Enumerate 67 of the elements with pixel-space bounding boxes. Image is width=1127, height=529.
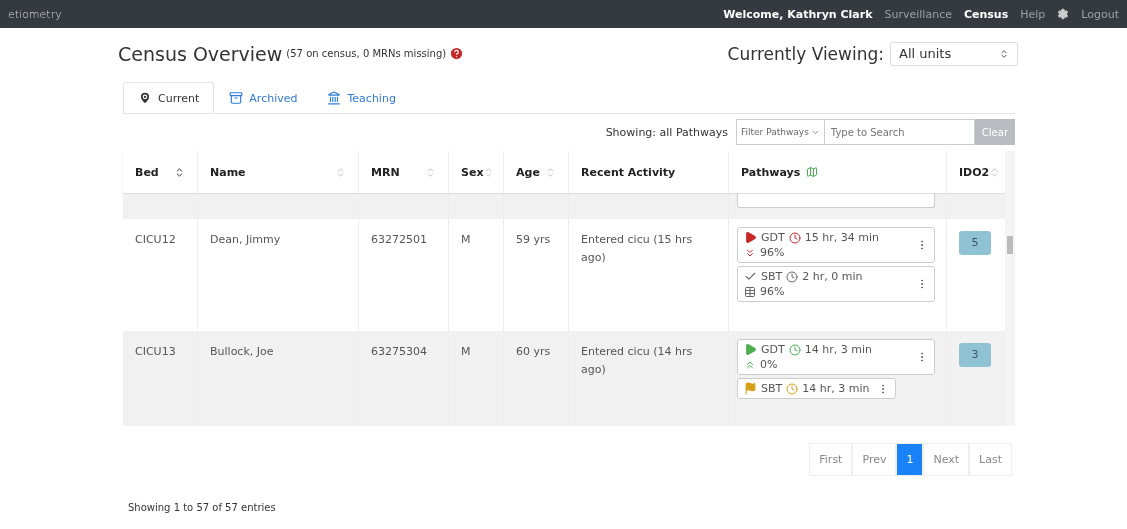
table-cell: Bullock, Joe	[210, 345, 274, 358]
table-cell: Dean, Jimmy	[210, 233, 281, 246]
pathway-card[interactable]: SBT 2 hr, 0 min 96%	[737, 266, 935, 302]
table-cell: M	[461, 233, 471, 246]
pathway-card[interactable]: GDT 15 hr, 34 min 96%	[737, 227, 935, 263]
column-header[interactable]: Bed	[123, 151, 197, 193]
column-header[interactable]: Pathways	[728, 151, 946, 193]
page-link[interactable]: 1	[896, 443, 924, 476]
nav-link[interactable]: Census	[963, 7, 1009, 21]
pathway-value: 96%	[760, 246, 785, 259]
page-link[interactable]: Next	[923, 443, 970, 476]
pathway-value: 96%	[760, 285, 785, 298]
pathway-time: 2 hr, 0 min	[802, 270, 863, 283]
page-link[interactable]: Prev	[852, 443, 897, 476]
pathway-value: 0%	[760, 358, 778, 371]
table-cell: 63272501	[371, 233, 427, 246]
census-summary: (57 on census, 0 MRNs missing)	[286, 48, 447, 59]
select-arrows-icon	[999, 48, 1009, 59]
page-link[interactable]: Last	[969, 443, 1012, 476]
viewing-label: Currently Viewing:	[727, 43, 884, 64]
ido2-badge: 5	[959, 231, 991, 255]
column-header[interactable]: Age	[503, 151, 568, 193]
pathway-name: GDT	[761, 343, 785, 356]
settings-icon[interactable]	[1057, 8, 1070, 20]
pathway-time: 15 hr, 34 min	[804, 231, 879, 244]
page-link[interactable]: First	[809, 443, 853, 476]
pathway-name: SBT	[761, 382, 783, 395]
table-cell: 59 yrs	[516, 233, 551, 246]
clock-icon	[786, 270, 799, 283]
table-cell: 60 yrs	[516, 345, 551, 358]
pathway-name: GDT	[761, 231, 785, 244]
landmark-icon	[327, 91, 342, 105]
entries-info: Showing 1 to 57 of 57 entries	[128, 502, 277, 513]
logo: etiometry	[8, 7, 62, 21]
table-cell: Entered cicu (14 hrs ago)	[581, 345, 693, 376]
search-field[interactable]: Type to Search	[824, 119, 975, 145]
map-pin-icon	[138, 91, 152, 105]
clock-icon	[786, 382, 799, 395]
clock-icon	[788, 231, 801, 244]
pathway-time: 14 hr, 3 min	[804, 343, 872, 356]
clock-icon	[788, 343, 801, 356]
pathway-card[interactable]: GDT 14 hr, 3 min 0%	[737, 339, 935, 375]
scrollbar[interactable]	[1005, 151, 1015, 426]
pathway-card[interactable]: SBT 14 hr, 3 min	[737, 378, 897, 399]
ido2-badge: 3	[959, 343, 991, 367]
table-cell: CICU12	[135, 233, 176, 246]
pathway-name: SBT	[761, 270, 783, 283]
nav-link[interactable]: Help	[1020, 7, 1046, 21]
unit-select[interactable]: All units	[890, 41, 1018, 66]
column-header[interactable]: MRN	[358, 151, 448, 193]
column-header[interactable]: Sex	[448, 151, 503, 193]
nav-link[interactable]: Surveillance	[884, 7, 952, 21]
archive-icon	[229, 91, 244, 105]
page-title: Census Overview	[118, 42, 283, 65]
column-header[interactable]: Recent Activity	[568, 151, 728, 193]
showing-label: Showing: all Pathways	[605, 125, 729, 139]
tab[interactable]: Current	[123, 82, 215, 113]
logout-link[interactable]: Logout	[1081, 7, 1119, 21]
table-cell: Entered cicu (15 hrs ago)	[581, 233, 693, 264]
table-cell: 63275304	[371, 345, 427, 358]
table-cell: M	[461, 345, 471, 358]
pathway-time: 14 hr, 3 min	[802, 382, 870, 395]
welcome-text: Welcome, Kathryn Clark	[723, 7, 873, 21]
column-header[interactable]: Name	[197, 151, 358, 193]
table-cell: CICU13	[135, 345, 176, 358]
help-icon[interactable]	[449, 46, 465, 61]
filter-dropdown[interactable]: Filter Pathways	[736, 119, 825, 145]
